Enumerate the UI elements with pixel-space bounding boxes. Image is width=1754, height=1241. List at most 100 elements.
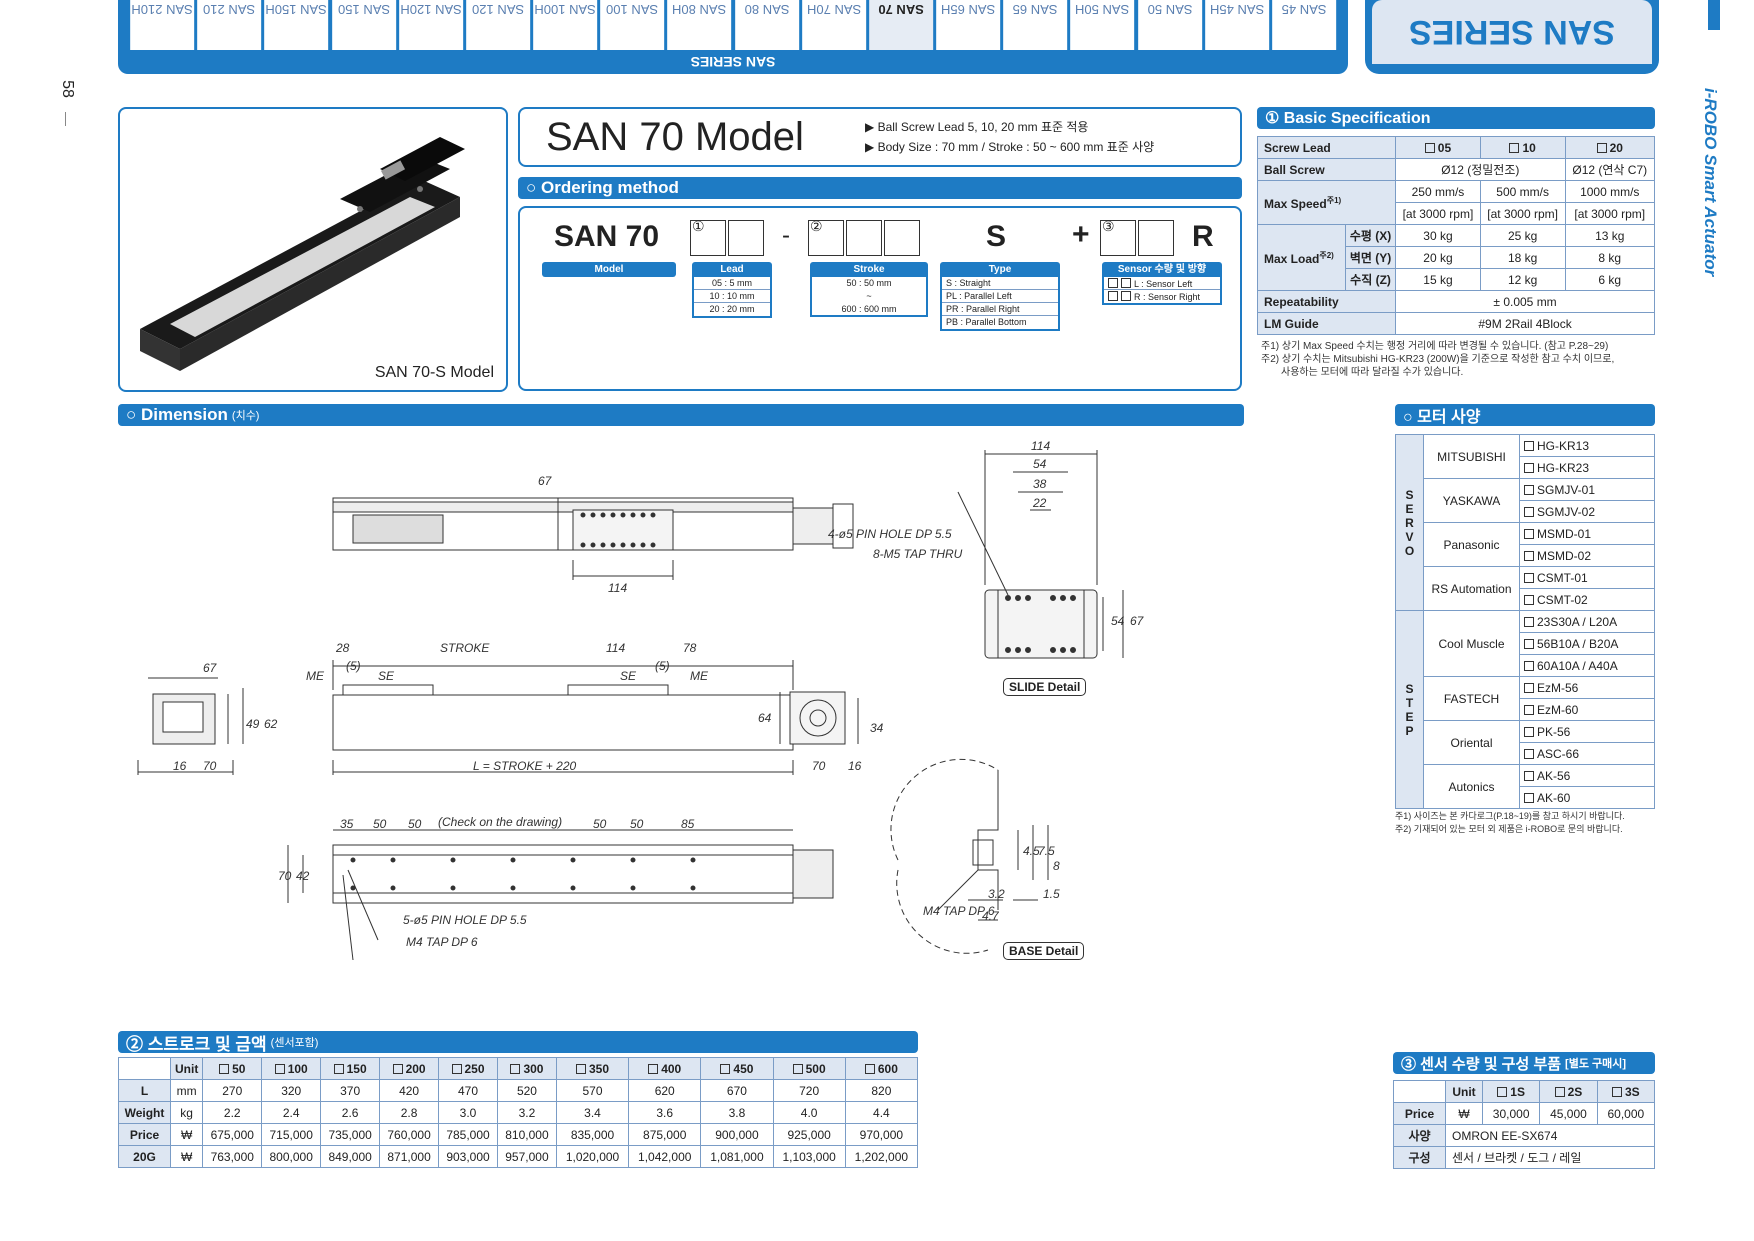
dim-5b: (5) bbox=[655, 659, 670, 673]
price-cell: 3.8 bbox=[700, 1101, 774, 1124]
motor-model: SGMJV-02 bbox=[1519, 500, 1655, 523]
stroke-options: 50 : 50 mm ~ 600 : 600 mm bbox=[810, 277, 928, 317]
lead-option: 20 : 20 mm bbox=[709, 304, 755, 314]
price-cell: 2.8 bbox=[379, 1101, 440, 1124]
checkbox[interactable] bbox=[1524, 484, 1534, 495]
dim-16: 16 bbox=[173, 759, 187, 773]
tab-model[interactable]: SAN 50 bbox=[1137, 0, 1202, 50]
tab-model[interactable]: SAN 70 bbox=[868, 0, 934, 50]
spec-note: 주2) 상기 수치는 Mitsubishi HG-KR23 (200W)을 기준… bbox=[1261, 354, 1615, 365]
sensor-price-label: Price bbox=[1393, 1102, 1446, 1125]
checkbox[interactable] bbox=[1524, 704, 1534, 715]
sensor-price: 45,000 bbox=[1539, 1102, 1598, 1125]
checkbox[interactable] bbox=[1524, 726, 1534, 737]
spec-header-05: 05 bbox=[1395, 136, 1481, 159]
price-header: Unit bbox=[169, 1057, 204, 1080]
checkbox[interactable] bbox=[1524, 528, 1534, 539]
lead-option: 10 : 10 mm bbox=[694, 290, 770, 303]
checkbox[interactable] bbox=[1108, 291, 1118, 301]
checkbox[interactable] bbox=[1524, 572, 1534, 583]
dim-me2: ME bbox=[690, 669, 709, 683]
tab-model[interactable]: SAN 210 bbox=[197, 0, 262, 50]
checkbox[interactable] bbox=[1524, 550, 1534, 561]
marker-2: ② bbox=[810, 218, 823, 234]
price-cell: 1,020,000 bbox=[555, 1145, 630, 1168]
sensor-header-unit: Unit bbox=[1445, 1080, 1483, 1103]
speed-value: 250 mm/s bbox=[1395, 180, 1481, 203]
product-image-box: SAN 70-S Model bbox=[118, 107, 508, 392]
lead-options: 05 : 5 mm 10 : 10 mm 20 : 20 mm bbox=[692, 277, 772, 318]
actuator-image bbox=[140, 137, 465, 371]
price-cell: 2.4 bbox=[261, 1101, 322, 1124]
price-cell: 925,000 bbox=[772, 1123, 846, 1146]
checkbox[interactable] bbox=[1524, 792, 1534, 803]
marker-1: ① bbox=[692, 218, 705, 234]
sensor-corner bbox=[1393, 1080, 1446, 1103]
tab-model[interactable]: SAN 45H bbox=[1204, 0, 1269, 50]
tab-model[interactable]: SAN 80H bbox=[667, 0, 732, 50]
checkbox[interactable] bbox=[1121, 278, 1131, 288]
load-value: 13 kg bbox=[1564, 224, 1655, 247]
tab-model[interactable]: SAN 50H bbox=[1070, 0, 1135, 50]
dimension-bar: ○ Dimension (치수) bbox=[118, 404, 1244, 426]
price-cell: 470 bbox=[438, 1079, 498, 1102]
dim-5: (5) bbox=[346, 659, 361, 673]
tab-model[interactable]: SAN 65 bbox=[1003, 0, 1068, 50]
tab-model[interactable]: SAN 100 bbox=[600, 0, 665, 50]
checkbox[interactable] bbox=[1108, 278, 1118, 288]
checkbox[interactable] bbox=[1524, 660, 1534, 671]
checkbox[interactable] bbox=[1524, 682, 1534, 693]
price-cell: 720 bbox=[772, 1079, 846, 1102]
price-cell: 800,000 bbox=[261, 1145, 322, 1168]
motor-brand: Oriental bbox=[1423, 720, 1520, 765]
tab-model[interactable]: SAN 80 bbox=[734, 0, 799, 50]
checkbox[interactable] bbox=[1524, 638, 1534, 649]
ball-screw-label: Ball Screw bbox=[1256, 158, 1397, 181]
price-cell: 1,103,000 bbox=[772, 1145, 846, 1168]
dim-35: 35 bbox=[340, 817, 354, 831]
dimension-drawings: 67 114 114 54 38 22 4-ø5 PIN HOLE DP 5.5… bbox=[137, 439, 1145, 961]
checkbox[interactable] bbox=[1524, 506, 1534, 517]
tab-model[interactable]: SAN 120 bbox=[465, 0, 531, 50]
motor-model: 23S30A / L20A bbox=[1519, 610, 1655, 633]
checkbox[interactable] bbox=[1524, 462, 1534, 473]
price-row-unit: kg bbox=[169, 1101, 204, 1124]
max-load-label: Max Load주2) bbox=[1257, 224, 1346, 291]
basic-spec-table: Screw Lead 05 10 20 Ball Screw Ø12 (정밀전조… bbox=[1256, 136, 1655, 335]
checkbox[interactable] bbox=[1524, 748, 1534, 759]
checkbox[interactable] bbox=[1524, 440, 1534, 451]
price-row-label: L bbox=[118, 1079, 171, 1102]
checkbox[interactable] bbox=[1121, 291, 1131, 301]
checkbox[interactable] bbox=[1524, 770, 1534, 781]
right-series-tab[interactable]: SAN SERIES bbox=[1372, 0, 1652, 64]
slide-detail-label: SLIDE Detail bbox=[1003, 678, 1087, 696]
side-title: i-ROBO Smart Actuator bbox=[1701, 88, 1720, 277]
price-header: 200 bbox=[379, 1057, 440, 1080]
tab-model[interactable]: SAN 150H bbox=[264, 0, 329, 50]
lead-slot-2 bbox=[728, 220, 764, 256]
ordering-section-bar: ○ Ordering method bbox=[518, 177, 1242, 199]
checkbox[interactable] bbox=[1524, 616, 1534, 627]
motor-model: PK-56 bbox=[1519, 720, 1655, 743]
stroke-slot-2 bbox=[846, 220, 882, 256]
tab-model[interactable]: SAN 65H bbox=[936, 0, 1001, 50]
tab-model[interactable]: SAN 120H bbox=[398, 0, 463, 50]
tab-model[interactable]: SAN 100H bbox=[533, 0, 598, 50]
tab-model[interactable]: SAN 45 bbox=[1271, 0, 1337, 50]
checkbox[interactable] bbox=[1524, 594, 1534, 605]
speed-value: 1000 mm/s bbox=[1564, 180, 1655, 203]
sensor-option: R : Sensor Right bbox=[1104, 290, 1220, 303]
tab-model[interactable]: SAN 210H bbox=[130, 0, 195, 50]
price-cell: 763,000 bbox=[202, 1145, 263, 1168]
tab-model[interactable]: SAN 70H bbox=[801, 0, 866, 50]
stroke-slot-3 bbox=[884, 220, 920, 256]
tab-model[interactable]: SAN 150 bbox=[331, 0, 396, 50]
sensor-header: 2S bbox=[1539, 1080, 1598, 1103]
sensor-price-unit: ₩ bbox=[1445, 1102, 1483, 1125]
order-stroke-column: Stroke 50 : 50 mm ~ 600 : 600 mm bbox=[810, 262, 928, 317]
price-cell: 810,000 bbox=[496, 1123, 557, 1146]
price-header: 250 bbox=[438, 1057, 498, 1080]
dim-70b: 70 bbox=[812, 759, 826, 773]
base-detail-label: BASE Detail bbox=[1003, 942, 1085, 960]
servo-group-label: SERVO bbox=[1395, 434, 1424, 611]
